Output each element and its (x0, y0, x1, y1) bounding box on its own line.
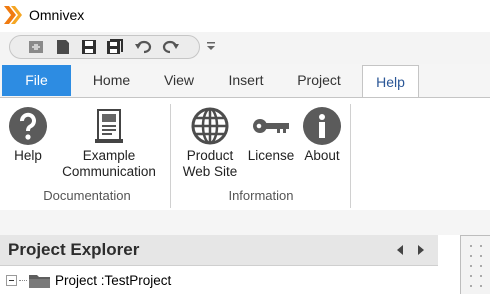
example-communication-label: Example Communication (62, 148, 156, 179)
question-icon (9, 107, 47, 145)
example-communication-button[interactable]: Example Communication (55, 98, 163, 186)
app-title: Omnivex (29, 7, 85, 23)
help-button-label: Help (14, 148, 42, 163)
design-canvas[interactable] (460, 235, 490, 294)
app-window: Omnivex File Home View Insert Project He… (0, 0, 490, 294)
redo-icon[interactable] (162, 38, 180, 56)
save-icon[interactable] (80, 38, 98, 56)
undo-icon[interactable] (134, 38, 152, 56)
about-button-label: About (304, 148, 340, 163)
license-button-label: License (247, 148, 295, 163)
tree-item-label: Project :TestProject (55, 273, 172, 288)
quick-access-toolbar (0, 32, 490, 64)
new-icon[interactable] (27, 38, 45, 56)
product-website-button[interactable]: Product Web Site (178, 98, 242, 186)
save-all-icon[interactable] (106, 38, 124, 56)
tab-view[interactable]: View (154, 64, 204, 97)
help-button[interactable]: Help (5, 98, 51, 186)
project-explorer-panel: Project Explorer Project :TestProject (0, 235, 438, 294)
ribbon-footer (0, 210, 490, 235)
chevron-left-icon[interactable] (396, 245, 404, 255)
key-icon (253, 119, 289, 133)
project-explorer-header: Project Explorer (0, 235, 438, 266)
customize-icon[interactable] (206, 40, 216, 52)
omnivex-logo-icon (4, 6, 22, 24)
tab-project[interactable]: Project (287, 64, 351, 97)
title-bar: Omnivex (0, 0, 490, 32)
tree-connector (19, 280, 27, 281)
ribbon-panel: Help Example Communication Documentation (0, 97, 490, 210)
open-icon[interactable] (54, 38, 72, 56)
collapse-toggle[interactable] (6, 275, 17, 286)
tab-home[interactable]: Home (83, 64, 140, 97)
group-separator (350, 104, 351, 208)
ribbon-tabs: File Home View Insert Project Help (0, 64, 490, 98)
group-separator (170, 104, 171, 208)
grid-dots (470, 245, 482, 287)
about-button[interactable]: About (300, 98, 344, 186)
group-label-information: Information (228, 188, 294, 203)
tab-help[interactable]: Help (362, 65, 419, 98)
product-website-label: Product Web Site (182, 148, 238, 179)
group-label-documentation: Documentation (43, 188, 131, 203)
tab-file[interactable]: File (2, 65, 71, 96)
license-button[interactable]: License (244, 98, 298, 186)
document-icon (95, 109, 123, 143)
tab-insert[interactable]: Insert (218, 64, 274, 97)
chevron-right-icon[interactable] (417, 245, 425, 255)
project-explorer-title: Project Explorer (8, 240, 140, 259)
globe-icon (191, 107, 229, 145)
folder-icon (29, 275, 50, 288)
info-icon (303, 107, 341, 145)
